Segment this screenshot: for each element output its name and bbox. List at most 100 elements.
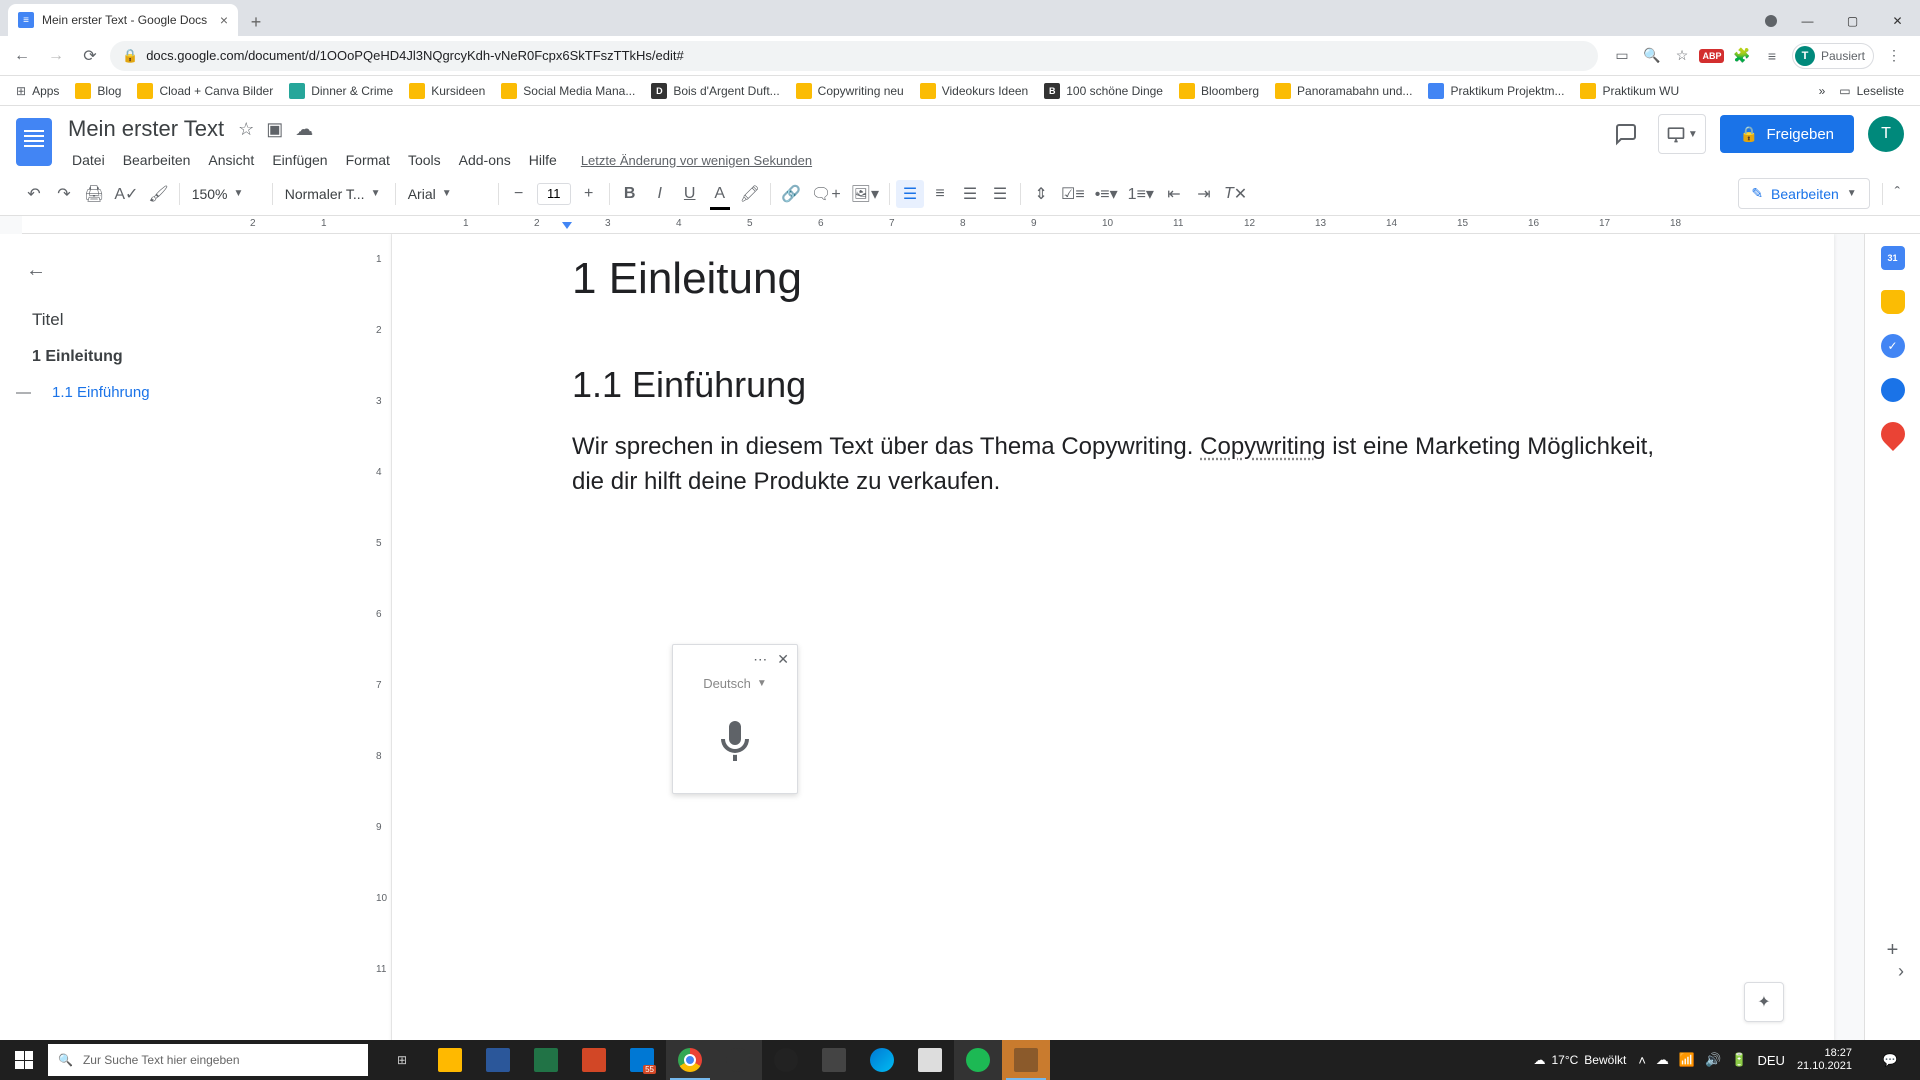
- taskbar-app[interactable]: 55: [618, 1040, 666, 1080]
- reload-button[interactable]: ⟳: [76, 42, 104, 70]
- bookmark-item[interactable]: Bloomberg: [1173, 79, 1265, 103]
- menu-ansicht[interactable]: Ansicht: [200, 148, 262, 172]
- bookmark-item[interactable]: Cload + Canva Bilder: [131, 79, 279, 103]
- decrease-font-button[interactable]: −: [505, 180, 533, 208]
- align-left-button[interactable]: ☰: [896, 180, 924, 208]
- url-input[interactable]: 🔒 docs.google.com/document/d/1OOoPQeHD4J…: [110, 41, 1598, 71]
- bookmark-item[interactable]: Copywriting neu: [790, 79, 910, 103]
- redo-button[interactable]: ↷: [50, 180, 78, 208]
- italic-button[interactable]: I: [646, 180, 674, 208]
- voice-typing-widget[interactable]: ⋯ ✕ Deutsch▼: [672, 644, 798, 794]
- side-panel-collapse-icon[interactable]: ›: [1898, 961, 1904, 982]
- reading-list-button[interactable]: ▭Leseliste: [1833, 80, 1910, 102]
- battery-icon[interactable]: 🔋: [1731, 1052, 1747, 1068]
- comment-history-icon[interactable]: [1608, 116, 1644, 152]
- spellcheck-button[interactable]: A✓: [110, 180, 142, 208]
- vertical-ruler[interactable]: 1234567891011: [370, 234, 392, 1042]
- cast-icon[interactable]: ▭: [1612, 46, 1632, 66]
- checklist-button[interactable]: ☑≡: [1057, 180, 1089, 208]
- increase-font-button[interactable]: +: [575, 180, 603, 208]
- font-size-input[interactable]: [537, 183, 571, 205]
- volume-icon[interactable]: 🔊: [1705, 1052, 1721, 1068]
- language-indicator[interactable]: DEU: [1757, 1053, 1784, 1068]
- menu-tools[interactable]: Tools: [400, 148, 449, 172]
- line-spacing-button[interactable]: ⇕: [1027, 180, 1055, 208]
- paragraph-style-select[interactable]: Normaler T...▼: [279, 186, 389, 202]
- bookmark-item[interactable]: Social Media Mana...: [495, 79, 641, 103]
- outline-title[interactable]: Titel: [20, 302, 350, 338]
- taskbar-excel[interactable]: [522, 1040, 570, 1080]
- insert-image-button[interactable]: 🖼▾: [847, 180, 883, 208]
- taskbar-spotify[interactable]: [954, 1040, 1002, 1080]
- close-tab-icon[interactable]: ×: [220, 12, 228, 28]
- taskbar-obs[interactable]: [714, 1040, 762, 1080]
- taskbar-search[interactable]: 🔍 Zur Suche Text hier eingeben: [48, 1044, 368, 1076]
- document-page[interactable]: 1 Einleitung 1.1 Einführung Wir sprechen…: [392, 234, 1834, 1042]
- wifi-icon[interactable]: 📶: [1679, 1052, 1695, 1068]
- task-view-button[interactable]: ⊞: [378, 1040, 426, 1080]
- underline-button[interactable]: U: [676, 180, 704, 208]
- bookmark-item[interactable]: Dinner & Crime: [283, 79, 399, 103]
- undo-button[interactable]: ↶: [20, 180, 48, 208]
- numbered-list-button[interactable]: 1≡▾: [1124, 180, 1158, 208]
- share-button[interactable]: 🔒 Freigeben: [1720, 115, 1854, 153]
- decrease-indent-button[interactable]: ⇤: [1160, 180, 1188, 208]
- back-button[interactable]: ←: [8, 42, 36, 70]
- weather-widget[interactable]: ☁ 17°C Bewölkt: [1533, 1053, 1626, 1067]
- bookmark-item[interactable]: Kursideen: [403, 79, 491, 103]
- voice-language-select[interactable]: Deutsch▼: [673, 674, 797, 699]
- bookmark-item[interactable]: DBois d'Argent Duft...: [645, 79, 785, 103]
- profile-button[interactable]: T Pausiert: [1792, 43, 1874, 69]
- document-title-input[interactable]: Mein erster Text: [64, 114, 228, 144]
- explore-button[interactable]: ✦: [1744, 982, 1784, 1022]
- tray-overflow-icon[interactable]: ˄: [1638, 1053, 1646, 1068]
- outline-heading-2[interactable]: 1.1 Einführung: [20, 376, 350, 409]
- outline-heading-1[interactable]: 1 Einleitung: [20, 338, 350, 376]
- menu-format[interactable]: Format: [338, 148, 398, 172]
- bulleted-list-button[interactable]: •≡▾: [1091, 180, 1122, 208]
- zoom-select[interactable]: 150%▼: [186, 186, 266, 202]
- taskbar-app[interactable]: [762, 1040, 810, 1080]
- voice-menu-icon[interactable]: ⋯: [753, 651, 767, 668]
- extensions-icon[interactable]: 🧩: [1732, 46, 1752, 66]
- present-button[interactable]: ▼: [1658, 114, 1706, 154]
- text-color-button[interactable]: A: [706, 180, 734, 208]
- tasks-app-icon[interactable]: [1881, 334, 1905, 358]
- voice-close-icon[interactable]: ✕: [777, 651, 789, 668]
- print-button[interactable]: 🖨: [80, 180, 108, 208]
- start-button[interactable]: [0, 1040, 48, 1080]
- contacts-app-icon[interactable]: [1881, 378, 1905, 402]
- new-tab-button[interactable]: +: [242, 8, 270, 36]
- taskbar-word[interactable]: [474, 1040, 522, 1080]
- bookmark-item[interactable]: B100 schöne Dinge: [1038, 79, 1169, 103]
- star-icon[interactable]: ☆: [238, 119, 254, 140]
- menu-bearbeiten[interactable]: Bearbeiten: [115, 148, 199, 172]
- editing-mode-select[interactable]: ✎ Bearbeiten ▼: [1738, 178, 1869, 209]
- bookmark-item[interactable]: Videokurs Ideen: [914, 79, 1035, 103]
- collapse-toolbar-button[interactable]: ˆ: [1895, 185, 1900, 203]
- increase-indent-button[interactable]: ⇥: [1190, 180, 1218, 208]
- font-select[interactable]: Arial▼: [402, 186, 492, 202]
- zoom-icon[interactable]: 🔍: [1642, 46, 1662, 66]
- bookmarks-overflow-icon[interactable]: »: [1819, 84, 1826, 98]
- menu-einfuegen[interactable]: Einfügen: [264, 148, 335, 172]
- bookmark-star-icon[interactable]: ☆: [1672, 46, 1692, 66]
- action-center-button[interactable]: 💬: [1870, 1040, 1910, 1080]
- menu-datei[interactable]: Datei: [64, 148, 113, 172]
- browser-tab[interactable]: ≡ Mein erster Text - Google Docs ×: [8, 4, 238, 36]
- minimize-button[interactable]: —: [1785, 6, 1830, 36]
- bookmark-apps[interactable]: ⊞Apps: [10, 80, 65, 102]
- insert-link-button[interactable]: 🔗: [777, 180, 805, 208]
- move-folder-icon[interactable]: ▣: [266, 119, 283, 140]
- account-avatar[interactable]: T: [1868, 116, 1904, 152]
- docs-logo-icon[interactable]: [16, 118, 52, 166]
- taskbar-edge[interactable]: [858, 1040, 906, 1080]
- taskbar-explorer[interactable]: [426, 1040, 474, 1080]
- bold-button[interactable]: B: [616, 180, 644, 208]
- taskbar-app[interactable]: [810, 1040, 858, 1080]
- reading-list-icon[interactable]: ≡: [1762, 46, 1782, 66]
- maximize-button[interactable]: ▢: [1830, 6, 1875, 36]
- get-addons-button[interactable]: +: [1881, 938, 1905, 962]
- add-comment-button[interactable]: 🗨+: [807, 180, 845, 208]
- align-right-button[interactable]: ☰: [956, 180, 984, 208]
